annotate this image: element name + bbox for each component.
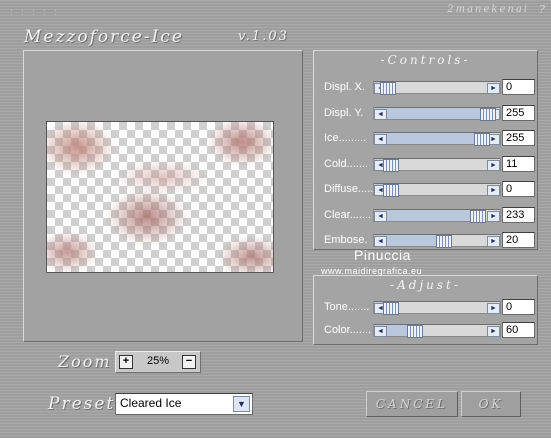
arrow-left-icon[interactable]: ◄ (374, 134, 387, 145)
slider-thumb[interactable] (383, 158, 400, 172)
slider-label: Cold....... (324, 157, 369, 170)
slider-value-field[interactable]: 255 (502, 104, 535, 121)
adjust-panel: -Adjust- Tone....... ◄ ► 0 Color....... ◄ ► 60 (313, 275, 538, 345)
slider-label: Ice......... (324, 132, 367, 144)
arrow-right-icon[interactable]: ► (487, 236, 500, 247)
preset-selected: Cleared Ice (120, 396, 182, 410)
slider-row: Diffuse..... ◄ ► 0 (324, 181, 535, 197)
help-button[interactable]: ? (539, 3, 545, 16)
slider-fill (374, 133, 482, 144)
zoom-value: 25% (146, 355, 170, 367)
arrow-right-icon[interactable]: ► (487, 210, 500, 222)
slider-row: Cold....... ◄ ► 11 (324, 155, 535, 172)
slider-track[interactable]: ◄► (373, 106, 501, 121)
slider-thumb[interactable] (470, 209, 487, 223)
zoom-in-button[interactable]: + (119, 355, 133, 369)
arrow-right-icon[interactable]: ► (487, 159, 500, 171)
slider-track[interactable]: ◄► (373, 132, 501, 146)
preview-image[interactable] (46, 121, 274, 273)
controls-panel: -Controls- Displ. X.◄►0Displ. Y.◄►255Ice… (313, 50, 538, 250)
filter-version: v.1.03 (238, 29, 289, 44)
slider-value-field[interactable]: 0 (502, 181, 535, 197)
grip-dots: : : : : : (10, 7, 60, 17)
slider-row: Color....... ◄ ► 60 (324, 321, 535, 338)
slider-track[interactable]: ◄► (373, 81, 501, 95)
slider-value-field[interactable]: 11 (502, 155, 535, 172)
slider-label: Displ. X. (324, 81, 365, 93)
slider-row: Displ. X. ◄►0 (324, 79, 535, 95)
slider-thumb[interactable] (474, 133, 491, 146)
slider-track[interactable]: ◄► (373, 183, 501, 197)
title-bar: : : : : : 2manekenai ? (0, 0, 551, 22)
arrow-left-icon[interactable]: ◄ (374, 210, 387, 222)
slider-fill (374, 107, 488, 119)
arrow-right-icon[interactable]: ► (487, 303, 500, 314)
slider-value-field[interactable]: 255 (502, 130, 535, 146)
cancel-button[interactable]: CANCEL (366, 391, 458, 417)
slider-track[interactable]: ◄► (373, 208, 501, 223)
slider-row: Embose. ◄ ► 20 (324, 232, 535, 248)
slider-label: Color....... (324, 323, 372, 336)
controls-title: -Controls- (380, 53, 471, 67)
slider-track[interactable]: ◄► (373, 323, 501, 338)
arrow-right-icon[interactable]: ► (487, 83, 500, 94)
slider-row: Clear....... ◄ ► 233 (324, 206, 535, 223)
slider-value-field[interactable]: 20 (502, 232, 535, 248)
slider-thumb[interactable] (407, 324, 424, 338)
slider-fill (374, 209, 478, 221)
slider-thumb[interactable] (383, 302, 400, 315)
arrow-right-icon[interactable]: ► (487, 185, 500, 196)
slider-thumb[interactable] (379, 82, 396, 95)
slider-track[interactable]: ◄► (373, 157, 501, 172)
slider-track[interactable]: ◄► (373, 301, 501, 315)
preset-label: Preset (48, 394, 116, 414)
adjust-title: -Adjust- (390, 278, 461, 292)
slider-value-field[interactable]: 60 (502, 321, 535, 338)
slider-value-field[interactable]: 0 (502, 79, 535, 95)
slider-thumb[interactable] (383, 184, 400, 197)
preview-panel (23, 50, 303, 342)
slider-row: Ice......... ◄ ► 255 (324, 130, 535, 146)
filter-title: Mezzoforce-Ice (24, 27, 184, 47)
zoom-out-button[interactable]: − (182, 355, 196, 369)
slider-label: Clear....... (324, 208, 372, 221)
slider-label: Diffuse..... (324, 183, 374, 195)
arrow-left-icon[interactable]: ◄ (374, 325, 387, 337)
slider-value-field[interactable]: 233 (502, 206, 535, 223)
slider-label: Displ. Y. (324, 106, 364, 119)
slider-track[interactable]: ◄► (373, 234, 501, 248)
chevron-down-icon[interactable]: ▼ (233, 396, 250, 412)
zoom-control: + 25% − (115, 351, 201, 373)
slider-label: Embose. (324, 234, 368, 246)
slider-value-field[interactable]: 0 (502, 299, 535, 315)
ok-button[interactable]: OK (461, 391, 521, 417)
slider-label: Tone....... (324, 301, 370, 313)
arrow-right-icon[interactable]: ► (487, 325, 500, 337)
slider-row: Tone....... ◄ ► 0 (324, 299, 535, 315)
slider-row: Displ. Y. ◄►255 (324, 104, 535, 121)
slider-thumb[interactable] (480, 107, 497, 121)
slider-thumb[interactable] (436, 235, 453, 248)
watermark-name: Pinuccia (354, 247, 411, 263)
brand-label: 2manekenai (447, 4, 529, 15)
arrow-left-icon[interactable]: ◄ (374, 108, 387, 120)
arrow-left-icon[interactable]: ◄ (374, 236, 387, 247)
preset-dropdown[interactable]: Cleared Ice ▼ (115, 393, 253, 415)
watermark-url: www.maidiregrafica.eu (321, 266, 423, 276)
zoom-label: Zoom (58, 352, 112, 371)
